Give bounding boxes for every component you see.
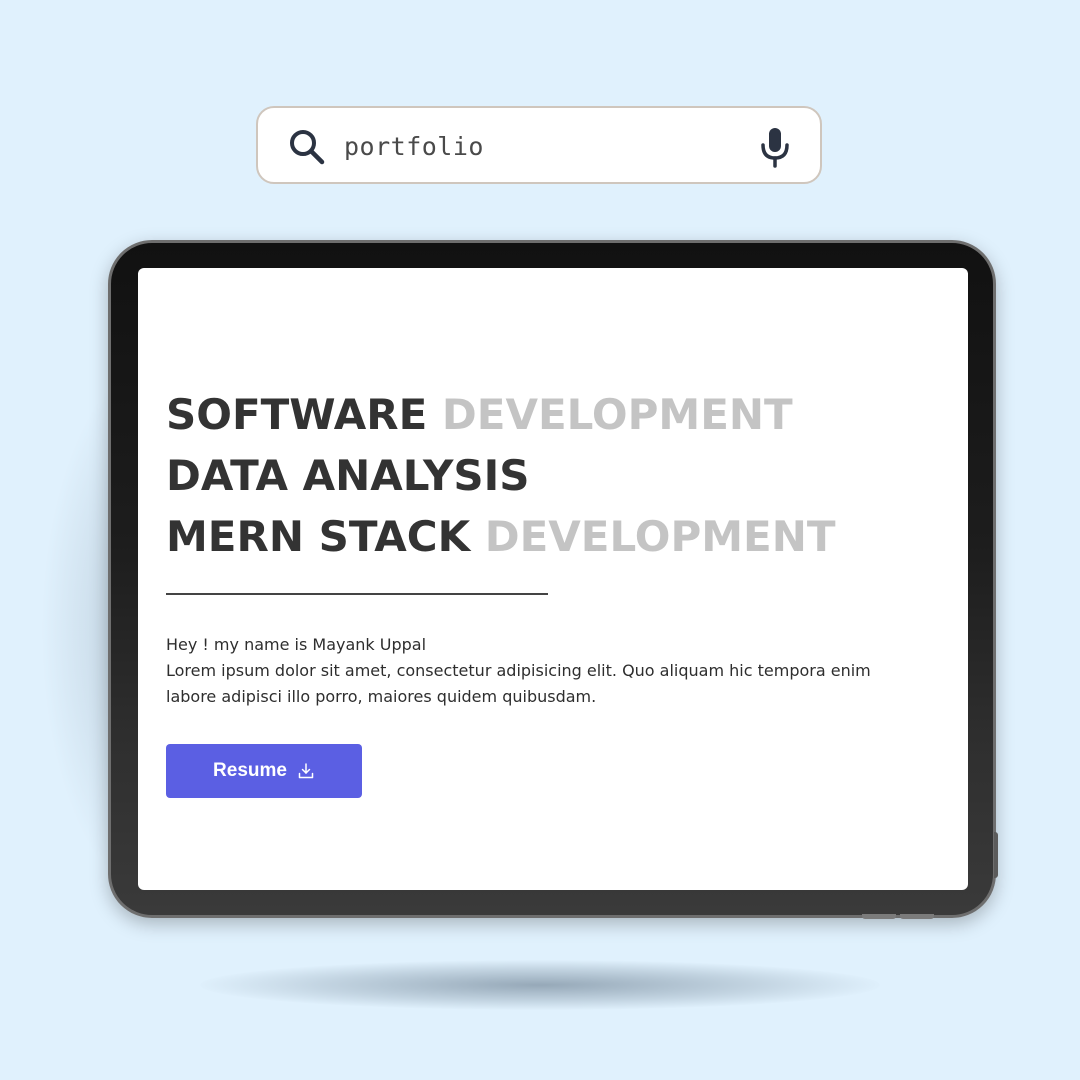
- search-bar[interactable]: [256, 106, 822, 184]
- hero-headline: SOFTWARE DEVELOPMENT DATA ANALYSIS MERN …: [166, 384, 836, 567]
- search-input[interactable]: [344, 126, 724, 166]
- headline-line: MERN STACK DEVELOPMENT: [166, 506, 836, 567]
- headline-line: DATA ANALYSIS: [166, 445, 836, 506]
- intro-text: Hey ! my name is Mayank Uppal Lorem ipsu…: [166, 632, 926, 710]
- tablet-screen: SOFTWARE DEVELOPMENT DATA ANALYSIS MERN …: [138, 268, 968, 890]
- tablet-floor-shadow: [200, 960, 880, 1010]
- greeting-text: Hey ! my name is Mayank Uppal: [166, 635, 427, 654]
- microphone-icon[interactable]: [758, 126, 792, 168]
- tablet-volume-button: [900, 914, 934, 919]
- headline-divider: [166, 593, 548, 595]
- headline-light-text: DEVELOPMENT: [441, 390, 793, 439]
- headline-dark-text: SOFTWARE: [166, 390, 428, 439]
- search-icon[interactable]: [288, 128, 326, 166]
- headline-light-text: DEVELOPMENT: [484, 512, 836, 561]
- headline-dark-text: DATA ANALYSIS: [166, 451, 530, 500]
- download-icon: [298, 763, 314, 779]
- headline-line: SOFTWARE DEVELOPMENT: [166, 384, 836, 445]
- headline-dark-text: MERN STACK: [166, 512, 471, 561]
- tablet-power-button: [994, 832, 998, 878]
- tablet-volume-button: [862, 914, 896, 919]
- resume-button[interactable]: Resume: [166, 744, 362, 798]
- description-text: Lorem ipsum dolor sit amet, consectetur …: [166, 661, 871, 706]
- resume-button-label: Resume: [213, 760, 287, 781]
